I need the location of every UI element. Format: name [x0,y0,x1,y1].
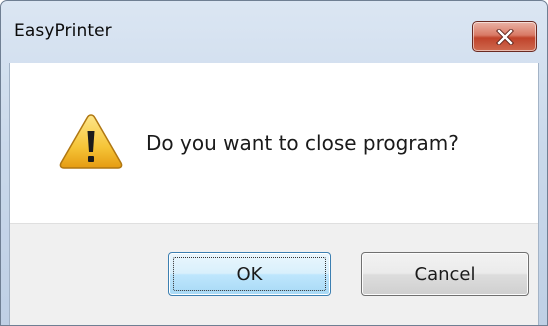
message-area: Do you want to close program? [10,63,538,223]
cancel-button[interactable]: Cancel [361,252,529,296]
window-title: EasyPrinter [14,21,112,41]
button-bar: OK Cancel [10,223,538,325]
message-text: Do you want to close program? [146,131,459,155]
ok-button-label: OK [236,263,263,285]
close-x-icon [495,28,514,45]
warning-icon [59,114,123,169]
close-button[interactable] [472,21,537,52]
ok-button[interactable]: OK [168,252,331,296]
dialog-body: Do you want to close program? OK Cancel [9,63,539,325]
dialog-window: EasyPrinter Do you want to close program… [0,0,548,326]
cancel-button-label: Cancel [414,263,476,285]
title-bar[interactable]: EasyPrinter [1,1,547,63]
